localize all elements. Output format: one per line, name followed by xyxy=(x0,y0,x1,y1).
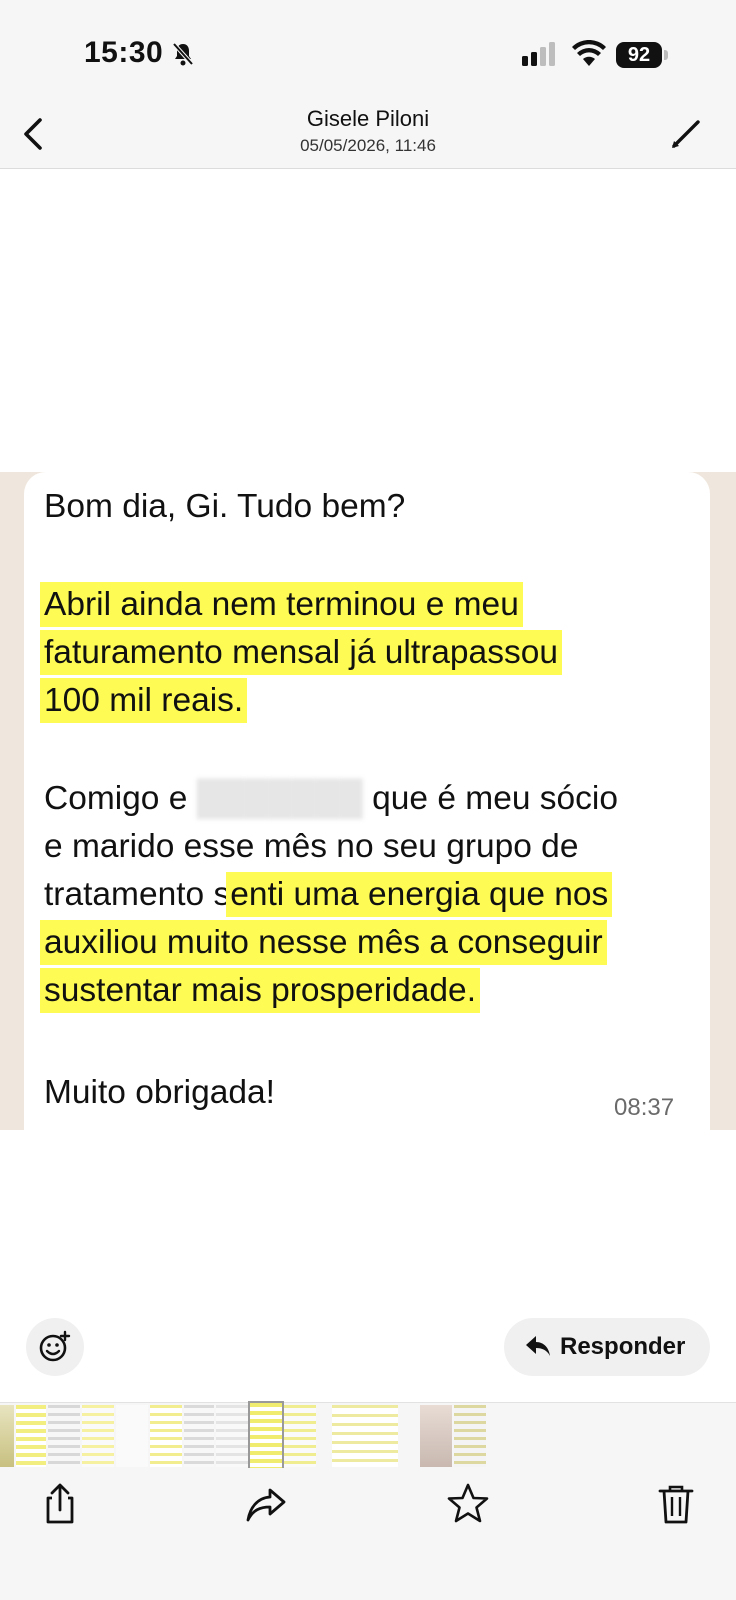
trash-icon[interactable] xyxy=(654,1482,698,1526)
thumbnail[interactable] xyxy=(216,1405,248,1467)
highlight: auxiliou muito nesse mês a conseguir xyxy=(44,924,603,961)
thumbnail[interactable] xyxy=(82,1405,114,1467)
message-line-4: 100 mil reais. xyxy=(44,682,244,720)
message-line-1: Bom dia, Gi. Tudo bem? xyxy=(44,488,406,525)
message-line-6: e marido esse mês no seu grupo de xyxy=(44,828,579,865)
share-icon[interactable] xyxy=(38,1482,82,1526)
line-text: Comigo e xyxy=(44,780,188,817)
reply-arrow-icon xyxy=(526,1336,550,1356)
bell-muted-icon xyxy=(172,42,194,66)
message-line-3: faturamento mensal já ultrapassou xyxy=(44,634,558,672)
message-line-2: Abril ainda nem terminou e meu xyxy=(44,586,519,624)
emoji-add-icon xyxy=(39,1330,71,1362)
battery-indicator: 92 xyxy=(616,42,662,68)
battery-tip xyxy=(664,50,668,60)
message-time: 08:37 xyxy=(614,1094,675,1121)
message-line-10: Muito obrigada! xyxy=(44,1074,275,1111)
message-line-8: auxiliou muito nesse mês a conseguir xyxy=(44,924,603,962)
reply-label: Responder xyxy=(560,1333,686,1360)
thumbnail[interactable] xyxy=(48,1405,80,1467)
thumbnail[interactable] xyxy=(332,1405,398,1467)
thumbnail-current[interactable] xyxy=(248,1401,284,1471)
message-line-7: tratamento senti uma energia que nos xyxy=(44,876,609,914)
redacted-name: ███████ xyxy=(196,780,363,817)
thumbnail[interactable] xyxy=(420,1405,452,1467)
forward-icon[interactable] xyxy=(244,1482,288,1526)
status-bar: 15:30 92 xyxy=(0,0,736,100)
highlight: enti uma energia que nos xyxy=(230,876,609,913)
thumbnail[interactable] xyxy=(0,1405,14,1467)
wifi-icon xyxy=(572,40,606,66)
viewer-header: Gisele Piloni 05/05/2026, 11:46 xyxy=(0,100,736,169)
thumbnail[interactable] xyxy=(116,1405,148,1467)
status-time: 15:30 xyxy=(84,36,164,69)
highlight: sustentar mais prosperidade. xyxy=(44,972,476,1009)
contact-name: Gisele Piloni xyxy=(306,106,430,131)
message-line-5: Comigo e ███████ que é meu sócio xyxy=(44,780,618,818)
pencil-icon[interactable] xyxy=(666,114,706,154)
highlight: 100 mil reais. xyxy=(44,682,244,719)
thumbnail[interactable] xyxy=(16,1405,46,1467)
thumbnail[interactable] xyxy=(284,1405,316,1467)
message-line-9: sustentar mais prosperidade. xyxy=(44,972,476,1010)
thumbnail-strip[interactable] xyxy=(0,1401,736,1471)
line-text: tratamento s xyxy=(44,876,231,913)
thumbnail[interactable] xyxy=(150,1405,182,1467)
star-icon[interactable] xyxy=(446,1482,490,1526)
add-reaction-button[interactable] xyxy=(26,1318,84,1376)
cellular-signal-icon xyxy=(522,42,555,66)
reply-button[interactable]: Responder xyxy=(504,1318,710,1376)
line-text: que é meu sócio xyxy=(372,780,618,817)
highlight: faturamento mensal já ultrapassou xyxy=(44,634,558,671)
highlight: Abril ainda nem terminou e meu xyxy=(44,586,519,623)
media-date: 05/05/2026, 11:46 xyxy=(300,136,436,155)
thumbnail[interactable] xyxy=(454,1405,486,1467)
thumbnail[interactable] xyxy=(184,1405,214,1467)
bottom-toolbar xyxy=(0,1468,736,1600)
